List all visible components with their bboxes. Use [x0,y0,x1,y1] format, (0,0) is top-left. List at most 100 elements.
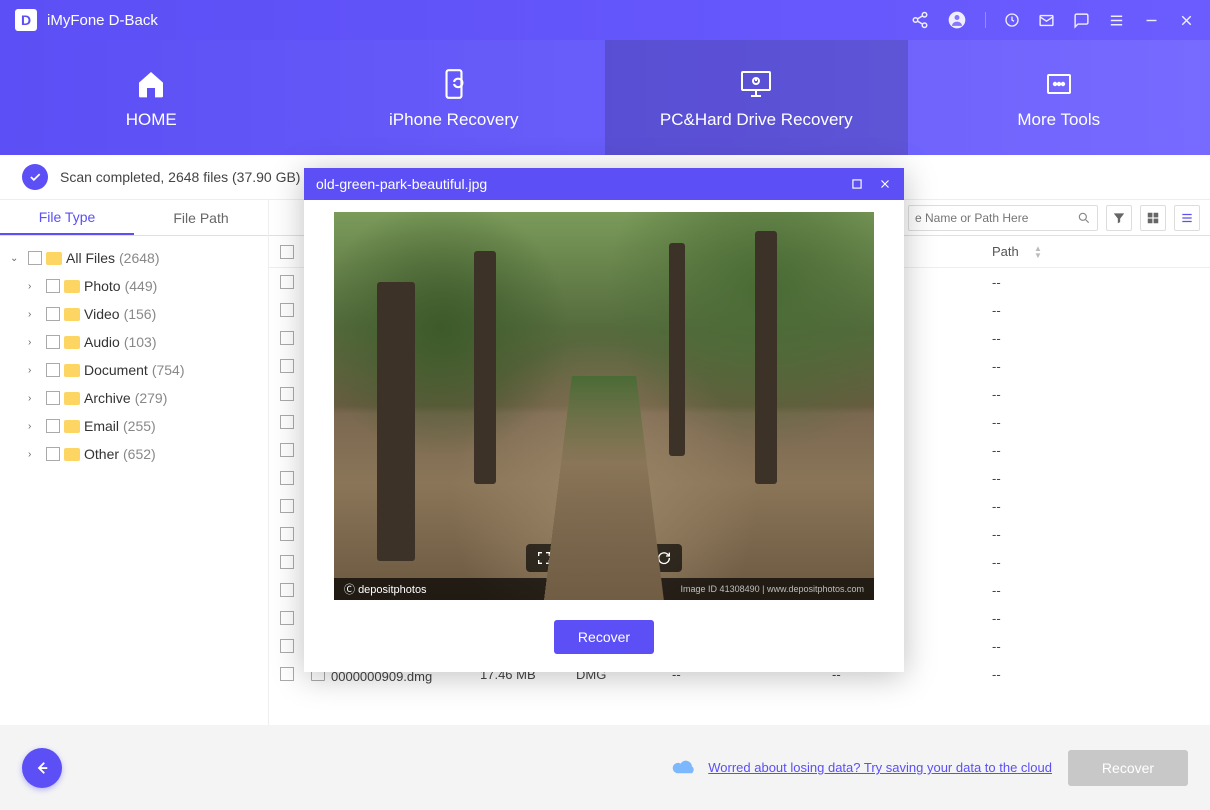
file-tree: ⌄ All Files (2648) ›Photo (449)›Video (1… [0,236,268,725]
rotate-right-icon[interactable] [656,550,672,566]
rotate-left-icon[interactable] [626,550,642,566]
row-checkbox[interactable] [280,275,294,289]
col-header-path[interactable]: Path ▲▼ [992,244,1210,259]
tree-item-photo[interactable]: ›Photo (449) [0,272,268,300]
checkbox[interactable] [28,251,42,265]
tab-pc-label: PC&Hard Drive Recovery [660,110,853,130]
cell-path: -- [992,331,1001,346]
checkbox[interactable] [46,447,60,461]
row-checkbox[interactable] [280,331,294,345]
more-icon [1041,66,1077,102]
mail-icon[interactable] [1038,12,1055,29]
nav-tabs: HOME iPhone Recovery PC&Hard Drive Recov… [0,40,1210,155]
folder-icon [64,392,80,405]
cell-path: -- [992,471,1001,486]
tree-item-audio[interactable]: ›Audio (103) [0,328,268,356]
cloud-link[interactable]: Worred about losing data? Try saving you… [708,760,1052,775]
tree-item-other[interactable]: ›Other (652) [0,440,268,468]
tab-more[interactable]: More Tools [908,40,1210,155]
account-icon[interactable] [947,10,967,30]
recover-button[interactable]: Recover [1068,750,1188,786]
status-text: Scan completed, 2648 files (37.90 GB) f [60,169,308,185]
tree-item-document[interactable]: ›Document (754) [0,356,268,384]
row-checkbox[interactable] [280,443,294,457]
select-all-checkbox[interactable] [280,245,294,259]
checkbox[interactable] [46,307,60,321]
feedback-icon[interactable] [1073,12,1090,29]
tree-label: Audio [84,334,120,350]
menu-icon[interactable] [1108,12,1125,29]
tab-home-label: HOME [126,110,177,130]
folder-icon [64,448,80,461]
row-checkbox[interactable] [280,639,294,653]
chevron-right-icon: › [28,393,42,404]
row-checkbox[interactable] [280,387,294,401]
zoom-out-icon[interactable] [596,550,612,566]
preview-title: old-green-park-beautiful.jpg [316,176,487,192]
tree-item-archive[interactable]: ›Archive (279) [0,384,268,412]
preview-maximize-icon[interactable] [850,177,864,191]
tree-label: Photo [84,278,121,294]
tree-count: (652) [123,446,156,462]
tree-count: (2648) [119,250,159,266]
row-checkbox[interactable] [280,611,294,625]
cell-path: -- [992,583,1001,598]
sidebar-tab-filetype[interactable]: File Type [0,200,134,235]
refresh-icon[interactable] [1004,12,1020,28]
row-checkbox[interactable] [280,303,294,317]
filter-button[interactable] [1106,205,1132,231]
folder-icon [46,252,62,265]
checkbox[interactable] [46,419,60,433]
check-icon [22,164,48,190]
row-checkbox[interactable] [280,415,294,429]
tree-label: All Files [66,250,115,266]
row-checkbox[interactable] [280,527,294,541]
grid-view-button[interactable] [1140,205,1166,231]
search-input[interactable] [915,211,1077,225]
fullscreen-icon[interactable] [536,550,552,566]
iphone-icon [436,66,472,102]
preview-close-icon[interactable] [878,177,892,191]
tab-more-label: More Tools [1017,110,1100,130]
row-checkbox[interactable] [280,583,294,597]
search-box[interactable] [908,205,1098,231]
preview-header: old-green-park-beautiful.jpg [304,168,904,200]
folder-icon [64,280,80,293]
cell-path: -- [992,499,1001,514]
row-checkbox[interactable] [280,359,294,373]
share-icon[interactable] [911,11,929,29]
checkbox[interactable] [46,391,60,405]
checkbox[interactable] [46,335,60,349]
tab-home[interactable]: HOME [0,40,303,155]
row-checkbox[interactable] [280,667,294,681]
search-icon[interactable] [1077,211,1091,225]
zoom-in-icon[interactable] [566,550,582,566]
tree-item-email[interactable]: ›Email (255) [0,412,268,440]
preview-recover-button[interactable]: Recover [554,620,654,654]
back-button[interactable] [22,748,62,788]
tab-iphone[interactable]: iPhone Recovery [303,40,606,155]
tree-label: Document [84,362,148,378]
list-view-button[interactable] [1174,205,1200,231]
sidebar-tab-filepath[interactable]: File Path [134,200,268,235]
close-icon[interactable] [1178,12,1195,29]
chevron-right-icon: › [28,421,42,432]
row-checkbox[interactable] [280,471,294,485]
tab-iphone-label: iPhone Recovery [389,110,518,130]
app-title: iMyFone D-Back [47,12,158,29]
cell-path: -- [992,415,1001,430]
checkbox[interactable] [46,279,60,293]
home-icon [133,66,169,102]
tree-count: (754) [152,362,185,378]
tree-item-video[interactable]: ›Video (156) [0,300,268,328]
cell-path: -- [992,275,1001,290]
minimize-icon[interactable] [1143,12,1160,29]
tree-label: Other [84,446,119,462]
row-checkbox[interactable] [280,499,294,513]
sidebar: File Type File Path ⌄ All Files (2648) ›… [0,200,268,725]
tree-all-files[interactable]: ⌄ All Files (2648) [0,244,268,272]
tab-pc[interactable]: PC&Hard Drive Recovery [605,40,908,155]
checkbox[interactable] [46,363,60,377]
row-checkbox[interactable] [280,555,294,569]
app-logo-icon: D [15,9,37,31]
